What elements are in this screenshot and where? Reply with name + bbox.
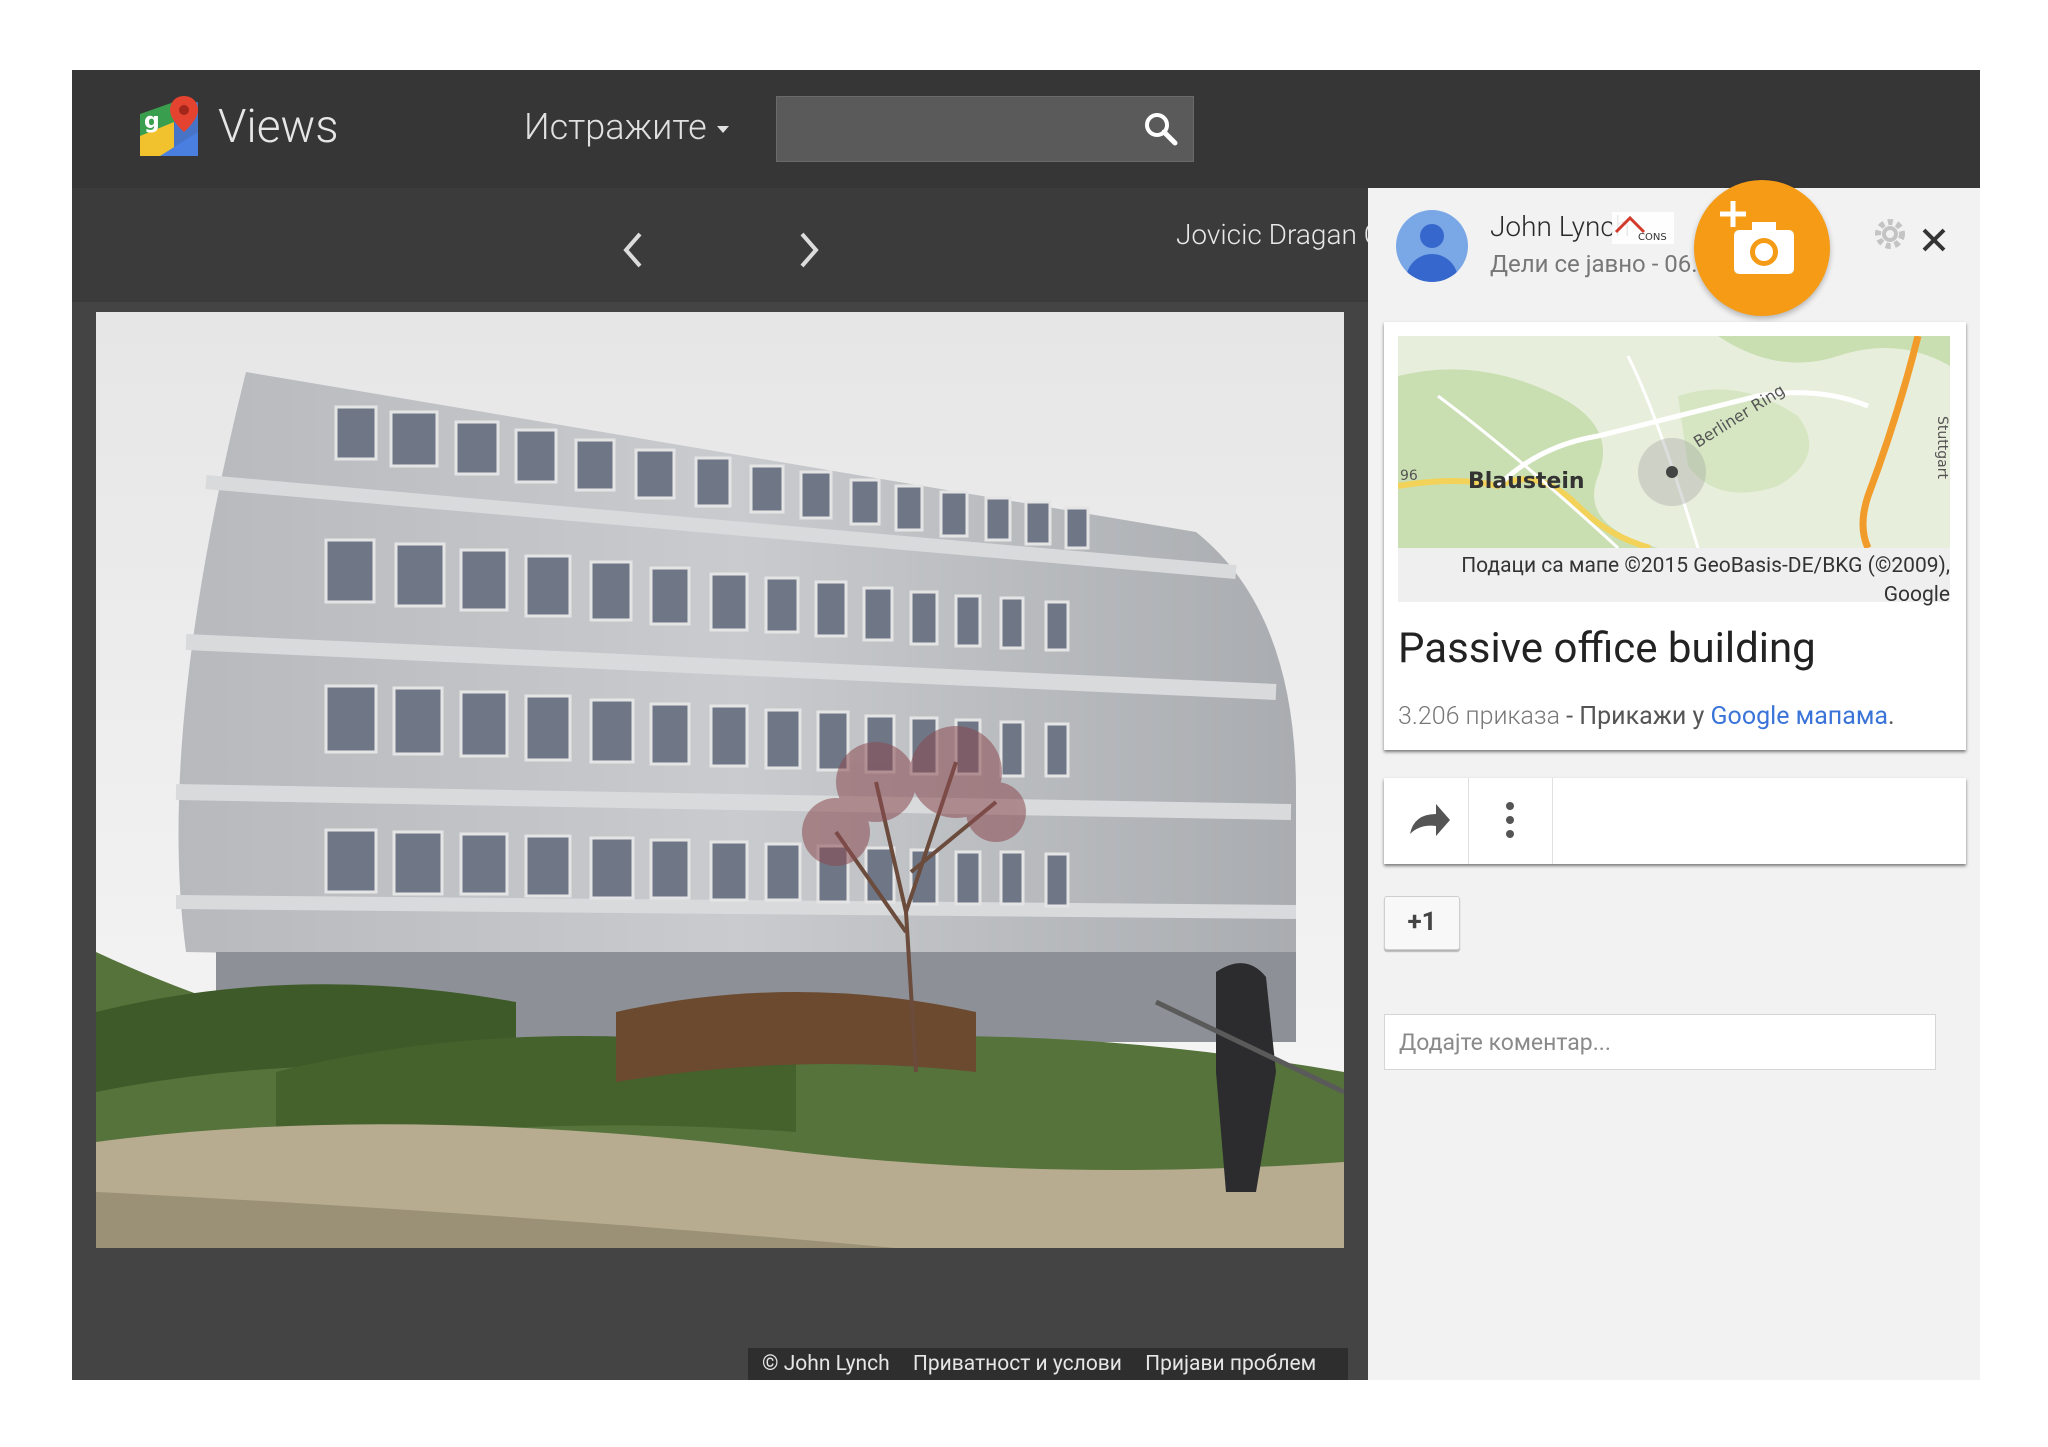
google-maps-link[interactable]: Google мапама <box>1711 702 1888 731</box>
explore-label: Истражите <box>524 106 707 148</box>
action-bar <box>1384 778 1966 864</box>
comment-input[interactable] <box>1384 1014 1936 1070</box>
add-photo-button[interactable] <box>1694 180 1830 316</box>
map-edge-label: Stuttgart <box>1934 416 1950 479</box>
maps-logo-icon[interactable]: g <box>134 92 204 162</box>
settings-gear-icon[interactable] <box>1872 216 1908 252</box>
link-tail: . <box>1887 702 1895 731</box>
brand-title: Views <box>218 100 339 154</box>
close-icon[interactable] <box>1920 226 1948 254</box>
search-icon[interactable] <box>1141 109 1181 149</box>
location-map[interactable]: Blaustein Berliner Ring 96 Stuttgart <box>1398 336 1950 548</box>
map-city-label: Blaustein <box>1468 469 1585 494</box>
report-problem-link[interactable]: Пријави проблем <box>1145 1352 1316 1376</box>
place-title: Passive office building <box>1398 624 1816 673</box>
info-panel: John Lynch Дели се јавно - 06.11.2015. C… <box>1368 180 1980 1380</box>
app-window: g Views Истражите Jovicic Dragan CONSALT… <box>72 70 1980 1380</box>
views-separator: - Прикажи у <box>1559 702 1711 731</box>
photo-footer: © John Lynch Приватност и услови Пријави… <box>748 1348 1349 1380</box>
explore-dropdown[interactable]: Истражите <box>524 106 729 148</box>
avatar[interactable] <box>1396 210 1468 282</box>
more-options-button[interactable] <box>1468 778 1553 864</box>
views-count: 3.206 приказа <box>1398 702 1560 731</box>
top-bar: g Views Истражите <box>72 70 1980 188</box>
copyright-text: © John Lynch <box>762 1352 890 1376</box>
caret-down-icon <box>716 125 729 133</box>
more-vert-icon <box>1506 802 1514 838</box>
map-route-label: 96 <box>1400 468 1418 484</box>
map-attribution-bar: Подаци са мапе ©2015 GeoBasis-DE/BKG (©2… <box>1398 548 1950 607</box>
photo-nav-bar <box>72 188 1368 302</box>
chevron-left-icon[interactable] <box>612 220 652 280</box>
chevron-right-icon[interactable] <box>790 220 830 280</box>
privacy-link[interactable]: Приватност и услови <box>913 1352 1122 1376</box>
map-attribution: Подаци са мапе ©2015 GeoBasis-DE/BKG (©2… <box>1461 554 1950 607</box>
search-box[interactable] <box>776 96 1194 162</box>
place-info-card: Blaustein Berliner Ring 96 Stuttgart Под… <box>1384 322 1966 750</box>
uploader-name[interactable]: John Lynch <box>1490 210 1630 243</box>
plus-one-button[interactable]: +1 <box>1384 896 1460 950</box>
add-photo-camera-icon <box>1720 201 1794 274</box>
svg-text:g: g <box>144 109 160 134</box>
company-logo-icon: CONS <box>1612 212 1674 244</box>
views-line: 3.206 приказа - Прикажи у Google мапама. <box>1398 702 1895 731</box>
share-arrow-icon <box>1410 804 1450 836</box>
share-button[interactable] <box>1384 778 1469 864</box>
main-photo[interactable] <box>96 312 1344 1248</box>
svg-text:CONS: CONS <box>1638 232 1667 243</box>
